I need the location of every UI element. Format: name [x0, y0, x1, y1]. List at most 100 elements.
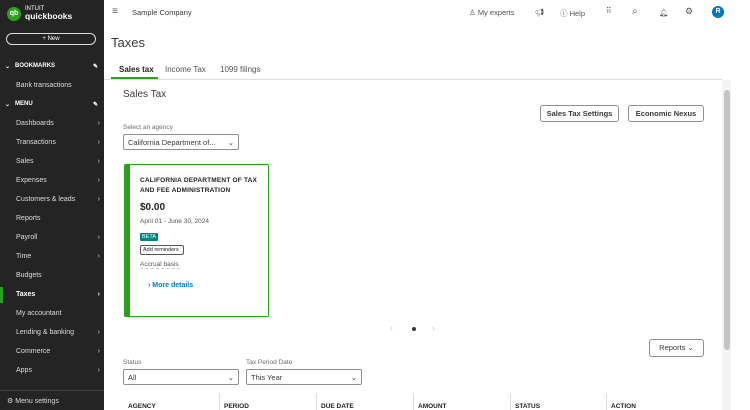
sidebar-item-label: Payroll: [16, 234, 38, 241]
sidebar-item-lending-banking[interactable]: Lending & banking ›: [16, 329, 100, 336]
sidebar-item-label: Reports: [16, 215, 41, 222]
reports-button[interactable]: Reports ⌄: [649, 339, 704, 357]
card-amount: $0.00: [140, 202, 166, 213]
column-header[interactable]: PERIOD: [224, 403, 249, 410]
sidebar-item-apps[interactable]: Apps ›: [16, 367, 100, 374]
bookmark-label: Bank transactions: [16, 82, 72, 89]
add-reminders-button[interactable]: Add reminders: [140, 245, 184, 255]
sidebar-item-sales[interactable]: Sales ›: [16, 158, 100, 165]
tab-1099-filings[interactable]: 1099 filings: [220, 65, 260, 74]
tax-period-select[interactable]: This Year ⌄: [246, 369, 362, 385]
sidebar-item-label: Apps: [16, 367, 32, 374]
carousel-next-icon[interactable]: ›: [432, 323, 435, 333]
chevron-right-icon: ›: [97, 158, 100, 165]
topbar: [104, 0, 750, 25]
chevron-down-icon: ⌄: [350, 373, 357, 382]
help-icon: ⓘ: [560, 9, 568, 18]
chevron-down-icon: ⌄: [687, 343, 694, 352]
column-header[interactable]: DUE DATE: [321, 403, 354, 410]
sidebar-item-label: Customers & leads: [16, 196, 76, 203]
column-header[interactable]: AGENCY: [128, 403, 156, 410]
new-button[interactable]: + New: [6, 33, 96, 45]
chevron-right-icon: ›: [97, 291, 100, 298]
carousel-prev-icon[interactable]: ‹: [390, 323, 393, 333]
chevron-right-icon: ›: [97, 196, 100, 203]
bookmarks-label: BOOKMARKS: [15, 63, 56, 69]
tab-income-tax[interactable]: Income Tax: [165, 65, 206, 74]
sidebar-item-payroll[interactable]: Payroll ›: [16, 234, 100, 241]
sidebar-item-taxes[interactable]: Taxes ›: [16, 291, 100, 298]
sidebar-item-time[interactable]: Time ›: [16, 253, 100, 260]
economic-nexus-button[interactable]: Economic Nexus: [628, 105, 704, 122]
my-experts-label: My experts: [477, 8, 515, 17]
bookmark-bank-transactions[interactable]: Bank transactions: [16, 82, 100, 89]
menu-toggle-icon[interactable]: ≡: [112, 6, 118, 17]
chevron-down-icon: ⌄: [5, 64, 11, 70]
more-details-link[interactable]: › More details: [148, 282, 258, 289]
section-heading: Sales Tax: [123, 89, 167, 100]
sidebar-item-label: Budgets: [16, 272, 42, 279]
chevron-right-icon: ›: [97, 367, 100, 374]
brand-name: quickbooks: [25, 11, 73, 21]
menu-settings-label: Menu settings: [15, 398, 59, 405]
menu-settings-button[interactable]: ⚙ Menu settings: [0, 390, 104, 410]
sidebar-item-expenses[interactable]: Expenses ›: [16, 177, 100, 184]
sidebar-item-label: Sales: [16, 158, 34, 165]
scrollbar-thumb[interactable]: [724, 90, 730, 350]
company-name: Sample Company: [132, 8, 192, 17]
carousel-dot[interactable]: [412, 327, 416, 331]
column-header[interactable]: AMOUNT: [418, 403, 447, 410]
sidebar-item-customers-leads[interactable]: Customers & leads ›: [16, 196, 100, 203]
sidebar-item-transactions[interactable]: Transactions ›: [16, 139, 100, 146]
agency-label: Select an agency: [123, 124, 173, 131]
sidebar: qb INTUIT quickbooks + New ⌄ BOOKMARKS ✎ Ban…: [0, 0, 104, 410]
status-select[interactable]: All ⌄: [123, 369, 239, 385]
agency-card[interactable]: CALIFORNIA DEPARTMENT OF TAX AND FEE ADM…: [124, 164, 269, 317]
sidebar-item-my-accountant[interactable]: My accountant: [16, 310, 100, 317]
sales-tax-settings-button[interactable]: Sales Tax Settings: [540, 105, 619, 122]
pencil-icon[interactable]: ✎: [93, 101, 98, 108]
sidebar-item-reports[interactable]: Reports: [16, 215, 100, 222]
tax-period-label: Tax Period Date: [246, 359, 293, 366]
column-header[interactable]: STATUS: [515, 403, 540, 410]
pencil-icon[interactable]: ✎: [93, 63, 98, 70]
my-experts-button[interactable]: ♙ My experts: [469, 8, 515, 17]
card-period: April 01 - June 30, 2024: [140, 218, 210, 225]
status-label: Status: [123, 359, 142, 366]
sidebar-item-budgets[interactable]: Budgets: [16, 272, 100, 279]
qb-logo-icon: qb: [7, 6, 21, 21]
chevron-right-icon: ›: [97, 177, 100, 184]
menu-header[interactable]: ⌄ MENU ✎: [5, 101, 98, 108]
help-button[interactable]: ⓘ Help: [560, 8, 585, 19]
sidebar-item-label: Taxes: [16, 291, 36, 298]
sidebar-item-label: Dashboards: [16, 120, 54, 127]
sidebar-item-label: Commerce: [16, 348, 51, 355]
quickbooks-logo[interactable]: qb INTUIT quickbooks: [7, 6, 72, 21]
sidebar-item-dashboards[interactable]: Dashboards ›: [16, 120, 100, 127]
chevron-right-icon: ›: [97, 348, 100, 355]
tab-sales-tax[interactable]: Sales tax: [119, 65, 154, 74]
apps-grid-icon[interactable]: ⠿: [606, 6, 612, 15]
sidebar-item-commerce[interactable]: Commerce ›: [16, 348, 100, 355]
chevron-right-icon: ›: [97, 253, 100, 260]
chevron-right-icon: ›: [97, 234, 100, 241]
chevron-down-icon: ⌄: [227, 138, 234, 147]
column-separator: [219, 393, 220, 410]
agency-value: California Department of...: [128, 138, 216, 147]
bell-icon[interactable]: 🔔︎: [659, 8, 669, 17]
status-value: All: [128, 373, 137, 382]
active-indicator: [0, 287, 3, 303]
accounting-basis: Accrual basis: [140, 261, 180, 269]
agency-select[interactable]: California Department of... ⌄: [123, 134, 239, 150]
chevron-down-icon: ⌄: [5, 102, 11, 108]
search-icon[interactable]: ⌕: [632, 6, 638, 17]
gear-icon[interactable]: ⚙: [685, 6, 693, 17]
avatar[interactable]: R: [712, 6, 724, 18]
column-header[interactable]: ACTION: [611, 403, 636, 410]
gear-icon: ⚙: [7, 398, 14, 405]
card-agency-name: CALIFORNIA DEPARTMENT OF TAX AND FEE ADM…: [140, 177, 258, 194]
help-label: Help: [569, 9, 586, 18]
chevron-right-icon: ›: [97, 139, 100, 146]
megaphone-icon[interactable]: 📢︎: [535, 8, 545, 17]
bookmarks-header[interactable]: ⌄ BOOKMARKS ✎: [5, 63, 98, 70]
